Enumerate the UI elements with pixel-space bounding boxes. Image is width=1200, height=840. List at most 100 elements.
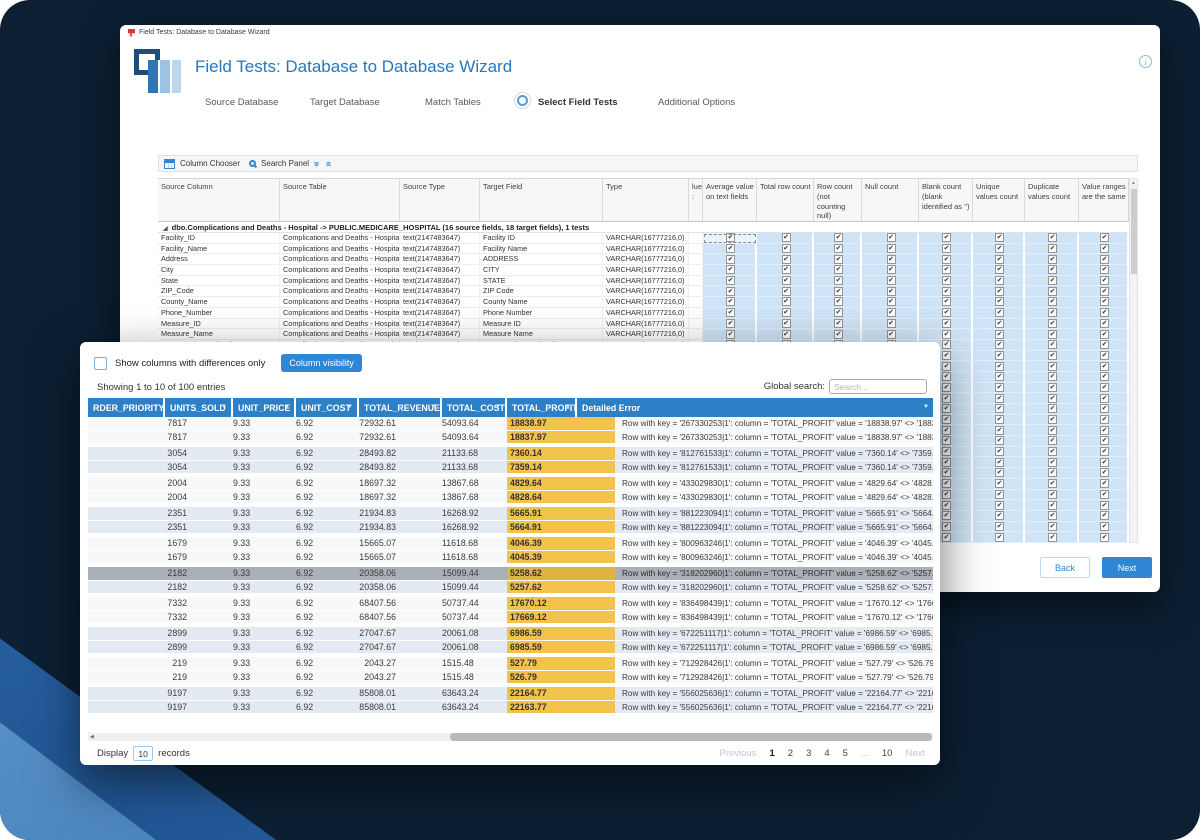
expand-all-icon[interactable]: « [312, 161, 322, 167]
wizard-step[interactable]: Match Tables [425, 97, 481, 108]
field-test-checkbox[interactable] [942, 308, 951, 317]
field-test-checkbox[interactable] [887, 233, 896, 242]
field-test-checkbox[interactable] [782, 255, 791, 264]
field-test-checkbox[interactable] [782, 319, 791, 328]
grid-row[interactable]: ZIP_CodeComplications and Deaths - Hospi… [158, 286, 1129, 297]
field-test-checkbox[interactable] [726, 265, 735, 274]
page-button[interactable]: 2 [788, 748, 793, 759]
field-test-checkbox[interactable] [887, 244, 896, 253]
field-test-checkbox[interactable] [1048, 372, 1057, 381]
field-test-checkbox[interactable] [834, 287, 843, 296]
field-test-checkbox[interactable] [995, 394, 1004, 403]
grid-column-header[interactable]: Null count [862, 179, 919, 221]
field-test-checkbox[interactable] [1100, 458, 1109, 467]
field-test-checkbox[interactable] [942, 490, 951, 499]
grid-row[interactable]: Measure_NameComplications and Deaths - H… [158, 329, 1129, 340]
column-chooser-button[interactable]: Column Chooser [180, 159, 240, 168]
grid-column-header[interactable]: lue : [689, 179, 703, 221]
field-test-checkbox[interactable] [1048, 297, 1057, 306]
field-test-checkbox[interactable] [995, 447, 1004, 456]
result-row[interactable]: 20049.336.9218697.3213867.684829.64Row w… [88, 477, 933, 490]
field-test-checkbox[interactable] [887, 276, 896, 285]
result-row[interactable]: 73329.336.9268407.5650737.4417669.12Row … [88, 610, 933, 623]
next-button[interactable]: Next [1102, 557, 1152, 578]
field-test-checkbox[interactable] [942, 458, 951, 467]
field-test-checkbox[interactable] [1048, 276, 1057, 285]
result-row[interactable]: 78179.336.9272932.6154093.6418838.97Row … [88, 417, 933, 430]
field-test-checkbox[interactable] [1048, 490, 1057, 499]
field-test-checkbox[interactable] [942, 372, 951, 381]
field-test-checkbox[interactable] [1100, 297, 1109, 306]
result-row[interactable]: 91979.336.9285808.0163643.2422164.77Row … [88, 687, 933, 700]
field-test-checkbox[interactable] [1048, 362, 1057, 371]
grid-row[interactable]: StateComplications and Deaths - Hospital… [158, 276, 1129, 287]
field-test-checkbox[interactable] [726, 276, 735, 285]
back-button[interactable]: Back [1040, 557, 1090, 578]
field-test-checkbox[interactable] [995, 490, 1004, 499]
field-test-checkbox[interactable] [995, 265, 1004, 274]
field-test-checkbox[interactable] [995, 297, 1004, 306]
field-test-checkbox[interactable] [782, 244, 791, 253]
field-test-checkbox[interactable] [1048, 340, 1057, 349]
field-test-checkbox[interactable] [1100, 426, 1109, 435]
search-panel-button[interactable]: Search Panel [261, 159, 309, 168]
show-differences-checkbox[interactable] [94, 357, 107, 370]
page-button[interactable]: 1 [769, 748, 774, 759]
result-row[interactable]: 16799.336.9215665.0711618.684045.39Row w… [88, 550, 933, 563]
result-column-header[interactable]: UNITS_SOLD [165, 398, 233, 417]
field-test-checkbox[interactable] [834, 255, 843, 264]
grid-row[interactable]: AddressComplications and Deaths - Hospit… [158, 254, 1129, 265]
field-test-checkbox[interactable] [942, 340, 951, 349]
field-test-checkbox[interactable] [1048, 479, 1057, 488]
collapse-all-icon[interactable]: « [322, 161, 332, 167]
field-test-checkbox[interactable] [1048, 522, 1057, 531]
field-test-checkbox[interactable] [1048, 383, 1057, 392]
field-test-checkbox[interactable] [1100, 287, 1109, 296]
field-test-checkbox[interactable] [995, 468, 1004, 477]
field-test-checkbox[interactable] [887, 255, 896, 264]
field-test-checkbox[interactable] [995, 351, 1004, 360]
field-test-checkbox[interactable] [1048, 351, 1057, 360]
field-test-checkbox[interactable] [1100, 340, 1109, 349]
grid-column-header[interactable]: Blank count (blank identified as '') [919, 179, 973, 221]
previous-page-button[interactable]: Previous [720, 748, 757, 759]
field-test-checkbox[interactable] [995, 330, 1004, 339]
grid-column-header[interactable]: Source Table [280, 179, 400, 221]
field-test-checkbox[interactable] [834, 244, 843, 253]
field-test-checkbox[interactable] [942, 522, 951, 531]
result-row[interactable]: 21829.336.9220358.0615099.445257.62Row w… [88, 580, 933, 593]
grid-column-header[interactable]: Unique values count [973, 179, 1025, 221]
page-button[interactable]: 4 [824, 748, 829, 759]
result-row[interactable]: 20049.336.9218697.3213867.684828.64Row w… [88, 490, 933, 503]
field-test-checkbox[interactable] [726, 255, 735, 264]
field-test-checkbox[interactable] [887, 297, 896, 306]
field-test-checkbox[interactable] [1100, 479, 1109, 488]
field-test-checkbox[interactable] [942, 511, 951, 520]
page-button[interactable]: 3 [806, 748, 811, 759]
field-test-checkbox[interactable] [995, 458, 1004, 467]
scroll-left-icon[interactable]: ◀ [90, 734, 94, 740]
field-test-checkbox[interactable] [834, 308, 843, 317]
field-test-checkbox[interactable] [942, 383, 951, 392]
field-test-checkbox[interactable] [995, 276, 1004, 285]
field-test-checkbox[interactable] [942, 501, 951, 510]
field-test-checkbox[interactable] [1048, 447, 1057, 456]
grid-row[interactable]: Facility_NameComplications and Deaths - … [158, 244, 1129, 255]
field-test-checkbox[interactable] [1048, 287, 1057, 296]
field-test-checkbox[interactable] [942, 404, 951, 413]
field-test-checkbox[interactable] [1100, 233, 1109, 242]
scroll-up-icon[interactable]: ▲ [1130, 179, 1137, 188]
field-test-checkbox[interactable] [1048, 330, 1057, 339]
field-test-checkbox[interactable] [942, 533, 951, 542]
grid-row[interactable]: CityComplications and Deaths - Hospitalt… [158, 265, 1129, 276]
result-row[interactable]: 16799.336.9215665.0711618.684046.39Row w… [88, 537, 933, 550]
global-search-input[interactable] [829, 379, 927, 394]
grid-row[interactable]: Phone_NumberComplications and Deaths - H… [158, 308, 1129, 319]
field-test-checkbox[interactable] [1100, 244, 1109, 253]
result-column-header[interactable]: TOTAL_COST [442, 398, 507, 417]
field-test-checkbox[interactable] [834, 265, 843, 274]
result-row[interactable]: 91979.336.9285808.0163643.2422163.77Row … [88, 700, 933, 713]
field-test-checkbox[interactable] [1100, 468, 1109, 477]
field-test-checkbox[interactable] [726, 330, 735, 339]
field-test-checkbox[interactable] [942, 297, 951, 306]
